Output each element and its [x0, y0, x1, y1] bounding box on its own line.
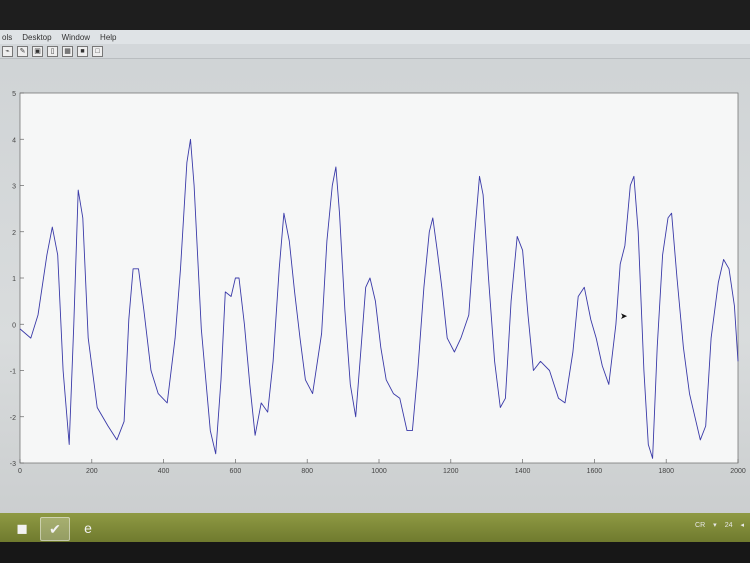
volume-icon[interactable]: ◂ — [740, 521, 744, 529]
monitor-bezel-bottom — [0, 542, 750, 563]
x-tick-label: 1800 — [658, 468, 674, 475]
monitor-bezel-top — [0, 0, 750, 30]
x-tick-label: 0 — [18, 468, 22, 475]
x-tick-label: 1600 — [587, 468, 603, 475]
y-tick-label: 0 — [12, 322, 16, 329]
x-tick-label: 600 — [230, 468, 242, 475]
panel-icon[interactable]: ▯ — [47, 45, 58, 57]
line-plot: 0 200 400 600 800 1000 1200 1400 1600 1800 2000 -3 -… — [10, 91, 746, 475]
mouse-cursor-icon: ➤ — [620, 311, 628, 321]
window-icon[interactable]: □ — [92, 45, 103, 57]
axes-background — [19, 92, 739, 464]
x-tick-label: 1000 — [371, 468, 387, 475]
start-button[interactable]: ◼ — [8, 517, 36, 539]
figure-toolbar: ⌁ ✎ ▣ ▯ ▦ ■ □ — [0, 44, 750, 59]
ie-taskbar-button[interactable]: e — [74, 517, 102, 539]
x-tick-label: 200 — [86, 468, 98, 475]
menu-item-desktop[interactable]: Desktop — [22, 33, 51, 42]
x-tick-label: 1400 — [515, 468, 531, 475]
y-tick-label: -3 — [10, 461, 16, 468]
pen-icon[interactable]: ✎ — [17, 45, 28, 57]
system-tray: CR ▾ 24 ◂ — [695, 521, 744, 530]
y-tick-label: 5 — [12, 91, 16, 98]
y-tick-label: 1 — [12, 276, 16, 283]
x-tick-label: 400 — [158, 468, 170, 475]
x-tick-label: 2000 — [730, 468, 746, 475]
x-tick-label: 800 — [301, 468, 313, 475]
menu-item-help[interactable]: Help — [100, 33, 116, 42]
y-tick-label: 3 — [12, 184, 16, 191]
grid-icon[interactable]: ▦ — [62, 45, 73, 57]
clock[interactable]: 24 — [725, 522, 733, 529]
figure-area: 0 200 400 600 800 1000 1200 1400 1600 1800 2000 -3 -… — [0, 58, 750, 513]
menu-item-tools[interactable]: ols — [2, 33, 12, 42]
menu-item-window[interactable]: Window — [62, 33, 90, 42]
matlab-taskbar-button[interactable]: ✔ — [40, 517, 70, 541]
y-tick-label: 2 — [12, 230, 16, 237]
taskbar: ◼ ✔ e CR ▾ 24 ◂ — [0, 513, 750, 542]
stop-icon[interactable]: ■ — [77, 45, 88, 57]
network-icon[interactable]: ▾ — [713, 521, 717, 529]
arrow-icon[interactable]: ⌁ — [2, 45, 13, 57]
x-tick-label: 1200 — [443, 468, 459, 475]
y-tick-label: -1 — [10, 369, 16, 376]
screen: ols Desktop Window Help ⌁ ✎ ▣ ▯ ▦ ■ □ 0 2… — [0, 30, 750, 542]
y-tick-label: -2 — [10, 415, 16, 422]
print-icon[interactable]: ▣ — [32, 45, 43, 57]
menu-bar: ols Desktop Window Help — [0, 30, 750, 44]
y-tick-label: 4 — [12, 137, 16, 144]
language-indicator[interactable]: CR — [695, 522, 705, 529]
